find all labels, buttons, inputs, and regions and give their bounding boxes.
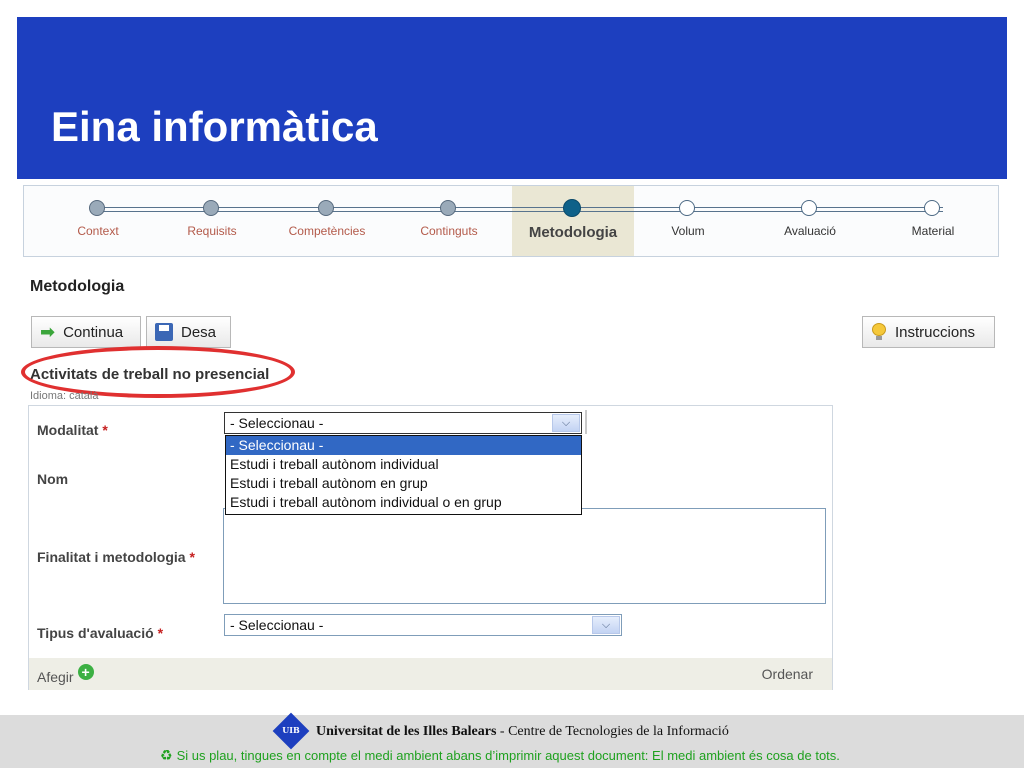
plus-circle-icon[interactable]: + [77,664,94,680]
required-mark: * [102,422,108,438]
language-note: Idioma: català [30,390,99,402]
required-mark: * [189,549,195,565]
page-footer: UIB Universitat de les Illes Balears - C… [0,712,1024,768]
continue-button-label: Continua [63,323,124,341]
instructions-button[interactable]: Instruccions [862,316,995,348]
step-label: Context [77,224,119,238]
tipus-label: Tipus d'avaluació * [37,625,163,641]
page-header-title: Eina informàtica [51,103,378,150]
arrow-right-icon: ➡ [40,321,56,342]
chevron-down-icon[interactable]: ⌵ [592,616,620,634]
uib-logo-text: UIB [282,725,300,735]
step-dot-done [318,200,334,216]
nom-label: Nom [37,471,69,487]
modalitat-selected-value: - Seleccionau - [230,415,324,431]
dropdown-option[interactable]: Estudi i treball autònom en grup [226,474,581,493]
dropdown-option[interactable]: - Seleccionau - [226,436,581,455]
floppy-disk-icon [155,323,173,341]
step-label: Metodologia [528,224,618,241]
save-button-label: Desa [181,323,217,341]
step-requisits[interactable]: Requisits [152,186,272,256]
environment-note: ♻ Si us plau, tingues en compte el medi … [160,747,840,764]
modalitat-label: Modalitat * [37,422,108,438]
step-dot-todo [924,200,940,216]
tipus-selected-value: - Seleccionau - [230,617,324,633]
modalitat-label-text: Modalitat [37,422,99,438]
step-dot-done [89,200,105,216]
step-continguts[interactable]: Continguts [389,186,509,256]
tipus-label-text: Tipus d'avaluació [37,625,154,641]
step-context[interactable]: Context [38,186,158,256]
step-label: Requisits [187,224,237,238]
chevron-down-icon[interactable]: ⌵ [552,414,580,432]
step-dot-done [203,200,219,216]
modalitat-dropdown-list: - Seleccionau - Estudi i treball autònom… [225,435,582,515]
section-title: Metodologia [30,278,125,295]
step-label: Competències [288,224,366,238]
finalitat-textarea[interactable] [223,508,826,604]
instructions-button-label: Instruccions [895,323,976,341]
printer-leaf-icon: ♻ [160,747,173,763]
environment-note-text: Si us plau, tingues en compte el medi am… [176,748,840,763]
university-name: Universitat de les Illes Balears [316,724,497,739]
finalitat-label: Finalitat i metodologia * [37,549,195,565]
add-link-label: Afegir [37,669,74,685]
step-dot-todo [801,200,817,216]
step-label: Volum [671,224,705,238]
continue-button[interactable]: ➡ Continua [31,316,141,348]
step-label: Continguts [420,224,478,238]
required-mark: * [157,625,164,641]
step-competencies[interactable]: Competències [267,186,387,256]
step-avaluacio[interactable]: Avaluació [750,186,870,256]
dropdown-option[interactable]: Estudi i treball autònom individual [226,455,581,474]
dropdown-option[interactable]: Estudi i treball autònom individual o en… [226,493,581,512]
activity-form: Modalitat * - Seleccionau - ⌵ - Seleccio… [28,405,833,690]
step-material[interactable]: Material [873,186,993,256]
step-dot-todo [679,200,695,216]
university-line: Universitat de les Illes Balears - Centr… [316,724,729,740]
step-metodologia[interactable]: Metodologia [513,186,633,256]
add-link[interactable]: Afegir + [37,664,94,685]
progress-stepper: Context Requisits Competències Contingut… [23,185,999,257]
tipus-avaluacio-select[interactable]: - Seleccionau - ⌵ [224,614,622,636]
save-button[interactable]: Desa [146,316,231,348]
finalitat-label-text: Finalitat i metodologia [37,549,186,565]
form-footer-bar: Afegir + Ordenar [29,658,832,690]
select-edge [585,410,587,434]
order-link[interactable]: Ordenar [762,666,813,682]
step-label: Avaluació [784,224,836,238]
header-banner: Eina informàtica [17,17,1007,179]
step-volum[interactable]: Volum [628,186,748,256]
step-dot-done [440,200,456,216]
step-dot-current [563,199,581,217]
centre-name: - Centre de Tecnologies de la Informació [499,724,729,739]
step-label: Material [911,224,955,238]
lightbulb-icon [871,323,887,341]
modalitat-select[interactable]: - Seleccionau - ⌵ [224,412,582,434]
